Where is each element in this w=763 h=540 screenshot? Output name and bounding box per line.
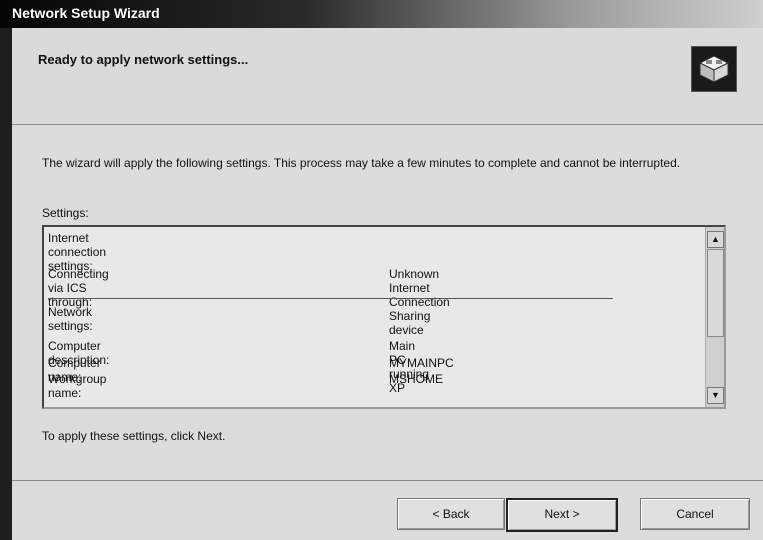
scroll-thumb[interactable] (707, 249, 724, 337)
page-heading: Ready to apply network settings... (38, 52, 249, 67)
left-border (0, 28, 12, 540)
settings-label: Settings: (42, 206, 89, 220)
section-divider (48, 298, 613, 299)
wizard-window: Network Setup Wizard Ready to apply netw… (0, 0, 763, 540)
ics-value: Unknown Internet Connection Sharing devi… (389, 267, 450, 337)
ics-label: Connecting via ICS through: (48, 267, 109, 309)
next-button[interactable]: Next > (506, 498, 618, 532)
scroll-down-button[interactable]: ▼ (707, 387, 724, 404)
button-divider (12, 480, 763, 481)
computer-name-value: MYMAINPC (389, 356, 454, 370)
wizard-description: The wizard will apply the following sett… (42, 156, 681, 170)
arrow-up-icon: ▲ (711, 234, 720, 244)
network-wizard-icon (691, 46, 737, 92)
workgroup-value: MSHOME (389, 372, 443, 386)
network-settings-heading: Network settings: (48, 305, 93, 333)
vertical-scrollbar[interactable]: ▲ ▼ (705, 227, 724, 407)
window-title: Network Setup Wizard (12, 5, 160, 21)
back-button[interactable]: < Back (397, 498, 505, 530)
apply-instruction: To apply these settings, click Next. (42, 429, 226, 443)
scroll-up-button[interactable]: ▲ (707, 231, 724, 248)
cancel-button[interactable]: Cancel (640, 498, 750, 530)
title-bar[interactable]: Network Setup Wizard (0, 0, 763, 28)
wizard-header: Ready to apply network settings... (12, 28, 763, 125)
arrow-down-icon: ▼ (711, 390, 720, 400)
settings-list[interactable]: Internet connection settings: Connecting… (42, 225, 726, 409)
workgroup-label: Workgroup name: (48, 372, 107, 400)
